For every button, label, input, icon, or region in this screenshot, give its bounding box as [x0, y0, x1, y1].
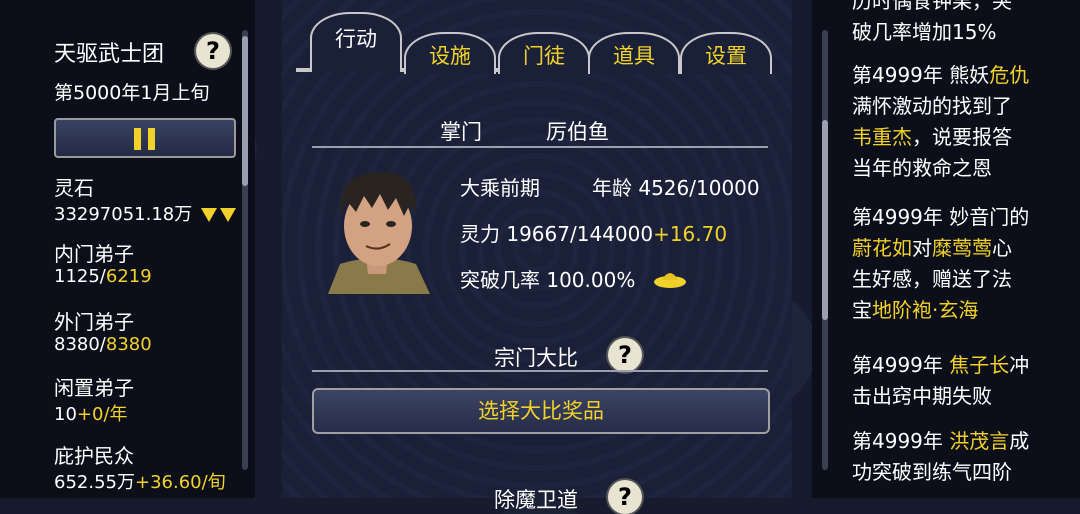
demon-slaying-help-icon[interactable]: ?	[608, 480, 642, 514]
leader-name[interactable]: 厉伯鱼	[546, 116, 609, 146]
pause-icon	[134, 128, 141, 150]
leader-realm: 大乘前期	[460, 176, 540, 200]
inner-disciples-value: 1125/6219	[54, 266, 152, 287]
tab-action[interactable]: 行动	[310, 12, 402, 72]
divider	[312, 370, 768, 372]
tab-settings[interactable]: 设置	[680, 32, 772, 74]
down-arrow-icon	[200, 208, 217, 222]
sect-status-panel: 天驱武士团 ? 第5000年1月上旬 灵石 33297051.18万 内门弟子 …	[0, 0, 255, 498]
tournament-title: 宗门大比	[494, 346, 578, 370]
log-entry: 历时偶食钟果，突 破几率增加15%	[852, 0, 1012, 44]
idle-disciples-label: 闲置弟子	[54, 376, 134, 400]
leader-portrait[interactable]	[318, 164, 436, 294]
leader-spirit: 灵力 19667/144000+16.70	[460, 222, 728, 246]
outer-disciples-label: 外门弟子	[54, 310, 134, 334]
log-entry: 第4999年 熊妖危仇 满怀激动的找到了 韦重杰，说要报答 当年的救命之恩	[852, 63, 1030, 180]
demon-slaying-title: 除魔卫道	[494, 488, 578, 512]
tab-disciples[interactable]: 门徒	[498, 32, 590, 74]
tab-items[interactable]: 道具	[588, 32, 680, 74]
spirit-stone-value: 33297051.18万	[54, 200, 236, 226]
leader-age: 年龄 4526/10000	[592, 176, 760, 200]
log-entry: 第4999年 焦子长冲 击出窍中期失败	[852, 353, 1030, 408]
leader-title: 掌门	[440, 120, 482, 144]
select-tournament-prize-button[interactable]: 选择大比奖品	[312, 388, 770, 434]
sect-name: 天驱武士团	[54, 42, 165, 67]
help-icon[interactable]: ?	[196, 34, 230, 68]
log-entry: 第4999年 洪茂言成 功突破到练气四阶	[852, 429, 1030, 484]
idle-disciples-value: 10+0/年	[54, 404, 128, 425]
pause-icon-bar	[148, 128, 155, 150]
game-date: 第5000年1月上旬	[54, 82, 210, 104]
inner-disciples-label: 内门弟子	[54, 242, 134, 266]
protected-people-value: 652.55万+36.60/旬	[54, 472, 226, 493]
leader-breakthrough: 突破几率 100.00%	[460, 268, 636, 292]
tab-facilities[interactable]: 设施	[404, 32, 496, 74]
protected-people-label: 庇护民众	[54, 444, 134, 468]
divider	[312, 146, 768, 148]
spirit-stone-label: 灵石	[54, 176, 94, 200]
down-arrow-icon	[219, 208, 236, 222]
tournament-help-icon[interactable]: ?	[608, 338, 642, 372]
pause-button[interactable]	[54, 118, 236, 158]
boost-icon[interactable]	[652, 266, 688, 290]
right-scrollbar-thumb[interactable]	[822, 120, 828, 320]
left-scrollbar-thumb[interactable]	[242, 36, 248, 186]
log-entry: 第4999年 妙音门的 蔚花如对糜莺莺心 生好感，赠送了法 宝地阶袍·玄海	[852, 205, 1030, 322]
outer-disciples-value: 8380/8380	[54, 334, 152, 355]
